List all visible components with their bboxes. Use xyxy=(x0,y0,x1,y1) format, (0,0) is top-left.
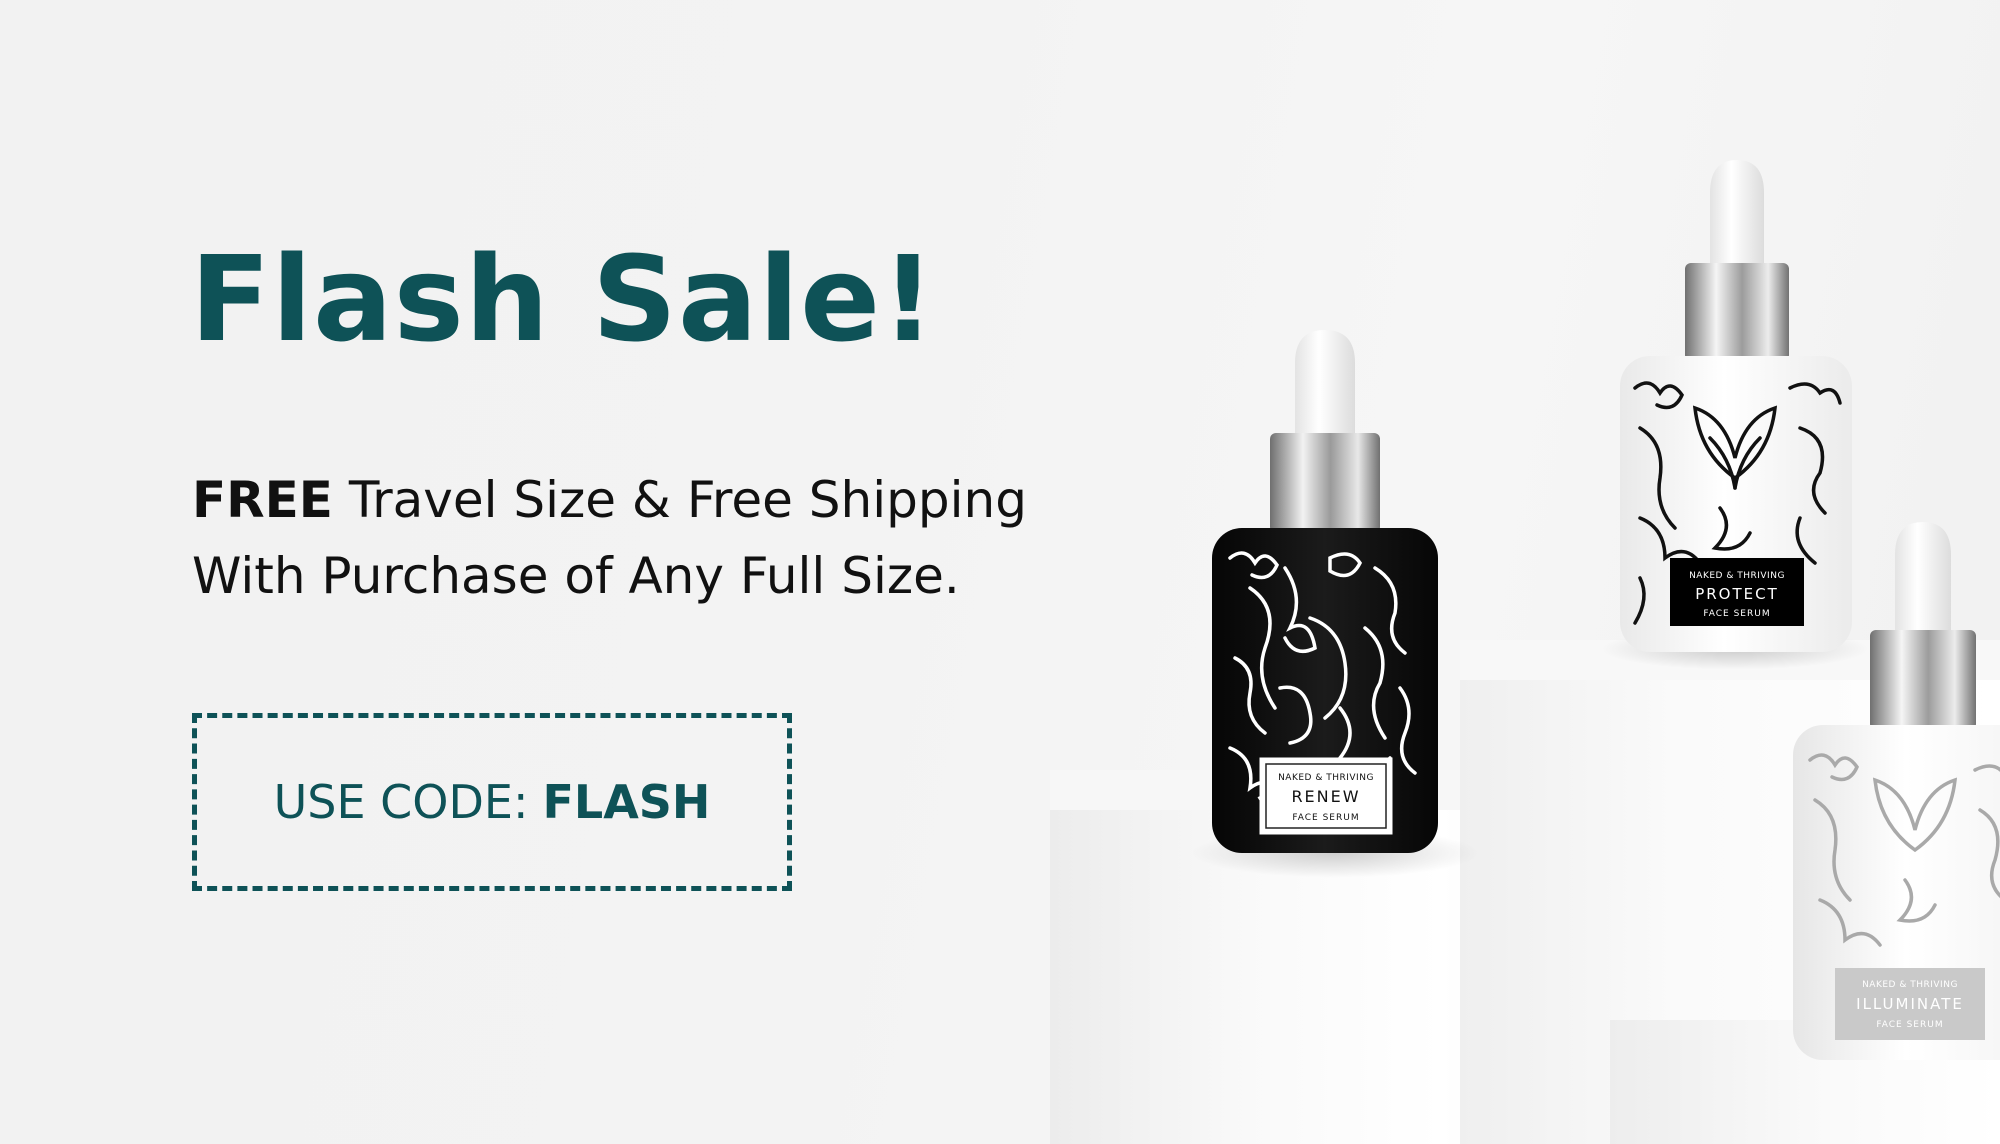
offer-line1: Travel Size & Free Shipping xyxy=(348,471,1027,529)
promo-code-label: USE CODE: xyxy=(273,775,529,829)
illuminate-type: FACE SERUM xyxy=(1876,1020,1943,1030)
promo-code-box: USE CODE: FLASH xyxy=(192,713,792,891)
offer-line2: With Purchase of Any Full Size. xyxy=(192,547,960,605)
product-photo: NAKED & THRIVING RENEW FACE SERUM NAKED … xyxy=(1020,0,2000,1144)
protect-brand: NAKED & THRIVING xyxy=(1689,571,1785,581)
protect-type: FACE SERUM xyxy=(1703,609,1770,619)
renew-serum-bottle: NAKED & THRIVING RENEW FACE SERUM xyxy=(1190,328,1460,858)
promo-code: FLASH xyxy=(542,775,711,829)
offer-free: FREE xyxy=(192,471,333,529)
flash-sale-banner[interactable]: Flash Sale! FREE Travel Size & Free Ship… xyxy=(0,0,2000,1144)
offer-text: FREE Travel Size & Free Shipping With Pu… xyxy=(192,462,1027,614)
illuminate-brand: NAKED & THRIVING xyxy=(1862,980,1958,990)
renew-name: RENEW xyxy=(1291,787,1360,806)
headline: Flash Sale! xyxy=(190,230,936,368)
illuminate-name: ILLUMINATE xyxy=(1856,995,1964,1013)
renew-brand: NAKED & THRIVING xyxy=(1278,773,1374,783)
renew-type: FACE SERUM xyxy=(1292,813,1359,823)
protect-name: PROTECT xyxy=(1695,585,1779,603)
illuminate-serum-bottle: NAKED & THRIVING ILLUMINATE FACE SERUM xyxy=(1775,520,2000,1060)
